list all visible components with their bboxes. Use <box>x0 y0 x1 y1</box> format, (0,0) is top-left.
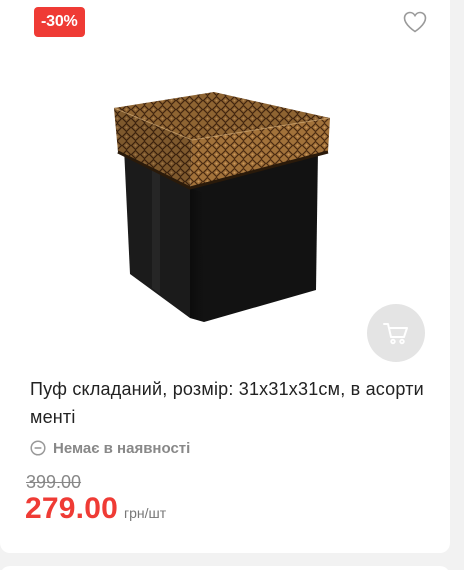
minus-circle-icon <box>30 440 46 456</box>
cart-icon <box>383 323 408 345</box>
heart-icon <box>403 11 427 33</box>
availability-status: Немає в наявності <box>30 438 190 458</box>
product-card[interactable]: -30% Пуф складаний, розмір: 31x31x31см, … <box>0 0 450 553</box>
discount-badge: -30% <box>34 7 85 37</box>
add-to-cart-button[interactable] <box>367 304 425 362</box>
old-price: 399.00 <box>26 472 82 492</box>
price-unit: грн/шт <box>123 505 167 521</box>
product-image[interactable] <box>104 78 344 328</box>
price-row: 279.00 грн/шт <box>25 492 166 526</box>
product-title[interactable]: Пуф складаний, розмір: 31x31x31см, в асо… <box>30 375 430 431</box>
wishlist-button[interactable] <box>402 10 428 34</box>
current-price: 279.00 <box>25 492 118 525</box>
availability-label: Немає в наявності <box>53 439 191 457</box>
next-product-card <box>0 566 450 570</box>
